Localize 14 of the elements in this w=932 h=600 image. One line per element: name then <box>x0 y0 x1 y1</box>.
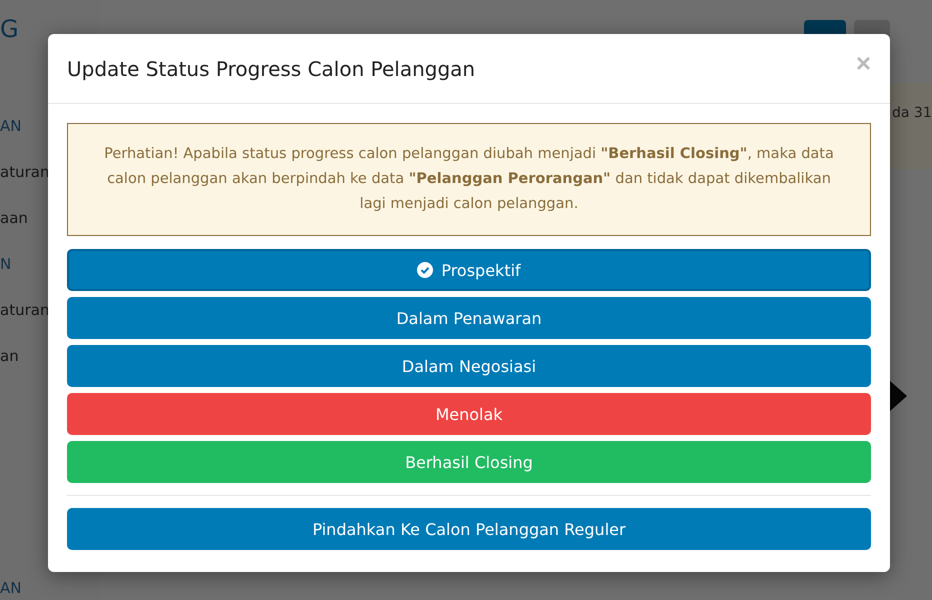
warning-text: Perhatian! Apabila status progress calon pelanggan diubah menjadi "Berhasil Closing", maka data calon pelanggan akan berpindah ke data "Pelanggan Perorangan" dan tidak dapat dikembalikan lagi menjadi calon pelanggan. <box>104 146 834 212</box>
sidebar-heading: AN <box>0 578 22 598</box>
check-circle-icon <box>417 262 434 278</box>
status-button[interactable]: Dalam Negosiasi <box>67 345 871 387</box>
status-button[interactable]: Prospektif <box>67 249 871 291</box>
status-button[interactable]: Berhasil Closing <box>67 441 871 483</box>
move-button[interactable]: Pindahkan Ke Calon Pelanggan Reguler <box>67 508 871 550</box>
info-text: da 31 <box>892 105 932 121</box>
modal-title: Update Status Progress Calon Pelanggan <box>67 56 476 80</box>
sidebar-heading: AN <box>0 116 22 136</box>
sidebar-heading: N <box>0 254 12 274</box>
status-button[interactable]: Menolak <box>67 393 871 435</box>
logo-text: G <box>0 14 20 44</box>
status-button[interactable]: Dalam Penawaran <box>67 297 871 339</box>
